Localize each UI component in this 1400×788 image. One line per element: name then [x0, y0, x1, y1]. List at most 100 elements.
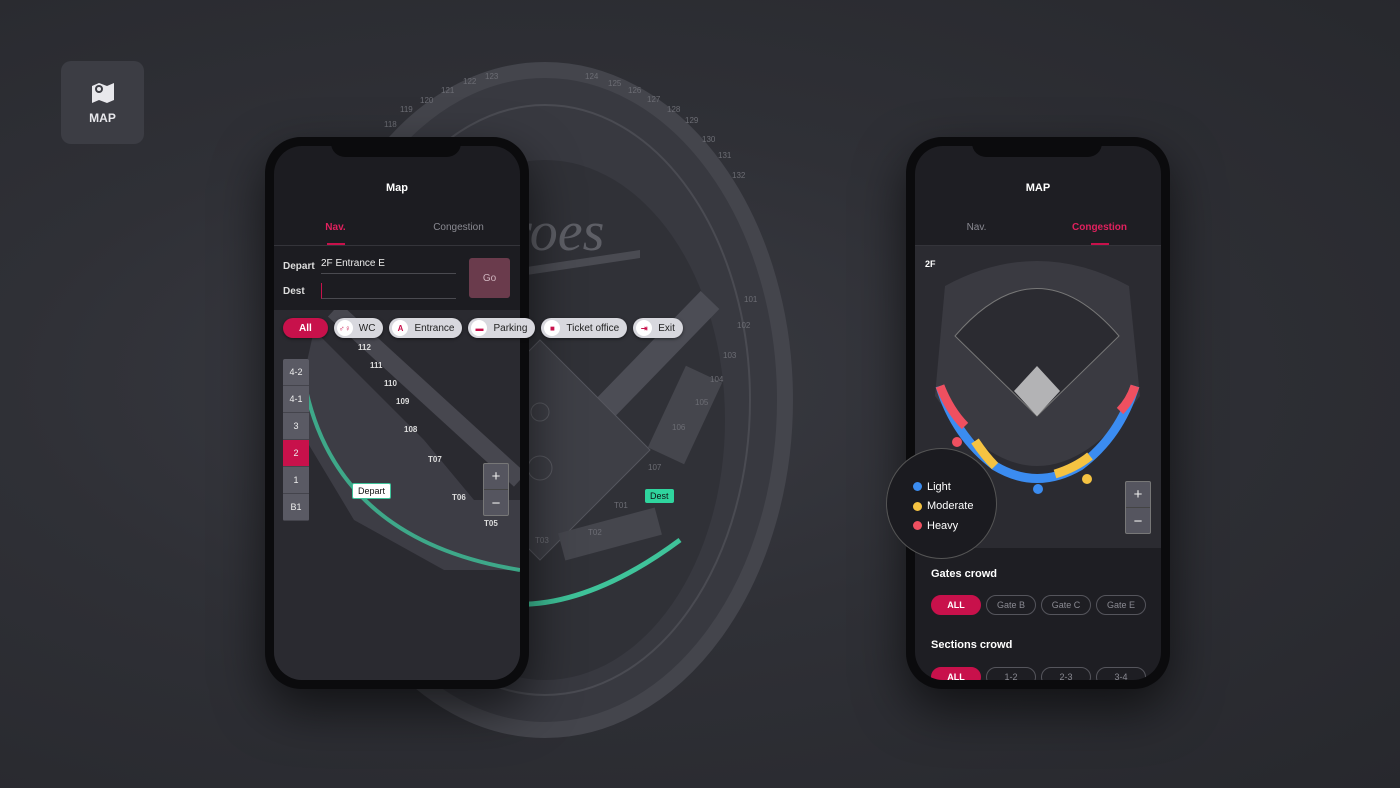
filter-label: Ticket office: [566, 322, 620, 334]
filter-exit[interactable]: ⇥ Exit: [633, 318, 683, 338]
stadium-map[interactable]: 113112111110109108T07T06T05 4-2 4-1 3 2 …: [274, 310, 520, 680]
background-section-label: 119: [400, 105, 413, 114]
gate-c[interactable]: Gate C: [1041, 595, 1091, 615]
section-filters: ALL 1-2 2-3 3-4: [931, 667, 1146, 680]
go-button[interactable]: Go: [469, 258, 510, 298]
background-section-label: 130: [702, 135, 716, 144]
dest-label: Dest: [283, 286, 305, 297]
background-section-label: 121: [441, 86, 455, 95]
section-3-4[interactable]: 3-4: [1096, 667, 1146, 680]
floor-1[interactable]: 1: [283, 467, 309, 494]
background-section-label: T02: [588, 528, 602, 537]
dest-input[interactable]: [321, 283, 456, 299]
background-section-label: 104: [710, 375, 724, 384]
legend-heavy: Heavy: [913, 516, 996, 536]
background-section-label: 122: [463, 77, 477, 86]
background-section-label: 123: [485, 72, 499, 81]
filter-parking[interactable]: ▬ Parking: [468, 318, 536, 338]
legend-light: Light: [913, 477, 996, 497]
zoom-controls: + −: [483, 463, 509, 516]
gate-filters: ALL Gate B Gate C Gate E: [931, 595, 1146, 615]
background-section-label: 120: [420, 96, 434, 105]
nav-phone: Map Nav. Congestion 113112111110109108T0…: [265, 137, 529, 689]
section-label[interactable]: T05: [484, 519, 498, 528]
floor-3[interactable]: 3: [283, 413, 309, 440]
tab-congestion[interactable]: Congestion: [1038, 216, 1161, 245]
background-section-label: 132: [732, 171, 746, 180]
depart-label: Depart: [283, 261, 315, 272]
zoom-controls: + −: [1125, 481, 1151, 534]
filter-ticket-office[interactable]: ■ Ticket office: [541, 318, 628, 338]
tab-nav[interactable]: Nav.: [274, 216, 397, 245]
background-section-label: 118: [384, 120, 397, 129]
background-section-label: 124: [585, 72, 599, 81]
exit-icon: ⇥: [636, 320, 653, 336]
filter-chips: All ♂♀ WC A Entrance ▬ Parking ■ Ticket offi…: [283, 318, 683, 338]
tab-congestion[interactable]: Congestion: [397, 216, 520, 245]
zoom-out-button[interactable]: −: [1126, 508, 1150, 534]
filter-label: Entrance: [414, 322, 455, 334]
floor-4-1[interactable]: 4-1: [283, 386, 309, 413]
floor-selector: 4-2 4-1 3 2 1 B1: [283, 359, 309, 521]
zoom-out-button[interactable]: −: [484, 490, 508, 516]
filter-label: Exit: [658, 322, 675, 334]
zoom-in-button[interactable]: +: [484, 464, 508, 490]
section-1-2[interactable]: 1-2: [986, 667, 1036, 680]
section-label[interactable]: T06: [452, 493, 466, 502]
filter-label: WC: [358, 322, 376, 334]
section-label[interactable]: 112: [358, 343, 371, 352]
depart-marker[interactable]: Depart: [352, 483, 392, 499]
tab-nav[interactable]: Nav.: [915, 216, 1038, 245]
zoom-in-button[interactable]: +: [1126, 482, 1150, 508]
depart-input[interactable]: 2F Entrance E: [321, 258, 456, 274]
filter-all[interactable]: All: [283, 318, 328, 338]
congestion-phone: MAP Nav. Congestion 2F + − Gates crowd A…: [906, 137, 1170, 689]
dest-marker[interactable]: Dest: [645, 489, 674, 503]
background-section-label: 103: [723, 351, 737, 360]
ticket-icon: ■: [544, 320, 561, 336]
section-2-3[interactable]: 2-3: [1041, 667, 1091, 680]
section-label[interactable]: 109: [396, 397, 410, 406]
screen-title: Map: [386, 182, 408, 194]
background-stadium-map: roes 118119120121122123 12412512612712812…: [297, 62, 793, 738]
sections-crowd-title: Sections crowd: [931, 639, 1013, 651]
gates-crowd-title: Gates crowd: [931, 568, 998, 580]
section-label[interactable]: 110: [384, 379, 397, 388]
background-section-label: 126: [628, 86, 642, 95]
background-section-label: 129: [685, 116, 699, 125]
background-section-label: 106: [672, 423, 686, 432]
congestion-legend: Light Moderate Heavy: [886, 448, 997, 559]
floor-b1[interactable]: B1: [283, 494, 309, 521]
map-menu-label: MAP: [89, 110, 116, 125]
gate-e[interactable]: Gate E: [1096, 595, 1146, 615]
car-icon: ▬: [471, 320, 488, 336]
gate-b[interactable]: Gate B: [986, 595, 1036, 615]
background-section-label: 101: [744, 295, 758, 304]
map-pin-icon: [91, 82, 114, 103]
section-all[interactable]: ALL: [931, 667, 981, 680]
background-section-label: 107: [648, 463, 662, 472]
restroom-icon: ♂♀: [336, 320, 353, 336]
filter-wc[interactable]: ♂♀ WC: [333, 318, 384, 338]
entrance-icon: A: [392, 320, 409, 336]
filter-label: Parking: [493, 322, 528, 334]
gate-all[interactable]: ALL: [931, 595, 981, 615]
legend-moderate: Moderate: [913, 497, 996, 517]
filter-label: All: [299, 322, 312, 334]
filter-entrance[interactable]: A Entrance: [389, 318, 463, 338]
section-label[interactable]: 111: [370, 361, 383, 370]
background-section-label: T01: [614, 501, 628, 510]
background-section-label: 128: [667, 105, 681, 114]
background-section-label: 131: [718, 151, 732, 160]
map-menu-button[interactable]: MAP: [61, 61, 144, 144]
background-section-label: 125: [608, 79, 622, 88]
floor-4-2[interactable]: 4-2: [283, 359, 309, 386]
floor-2[interactable]: 2: [283, 440, 309, 467]
background-section-label: 127: [647, 95, 661, 104]
section-label[interactable]: 108: [404, 425, 418, 434]
section-label[interactable]: T07: [428, 455, 442, 464]
background-section-label: T03: [535, 536, 549, 545]
screen-title: MAP: [1025, 182, 1051, 194]
background-section-label: 102: [737, 321, 751, 330]
background-section-label: 105: [695, 398, 709, 407]
